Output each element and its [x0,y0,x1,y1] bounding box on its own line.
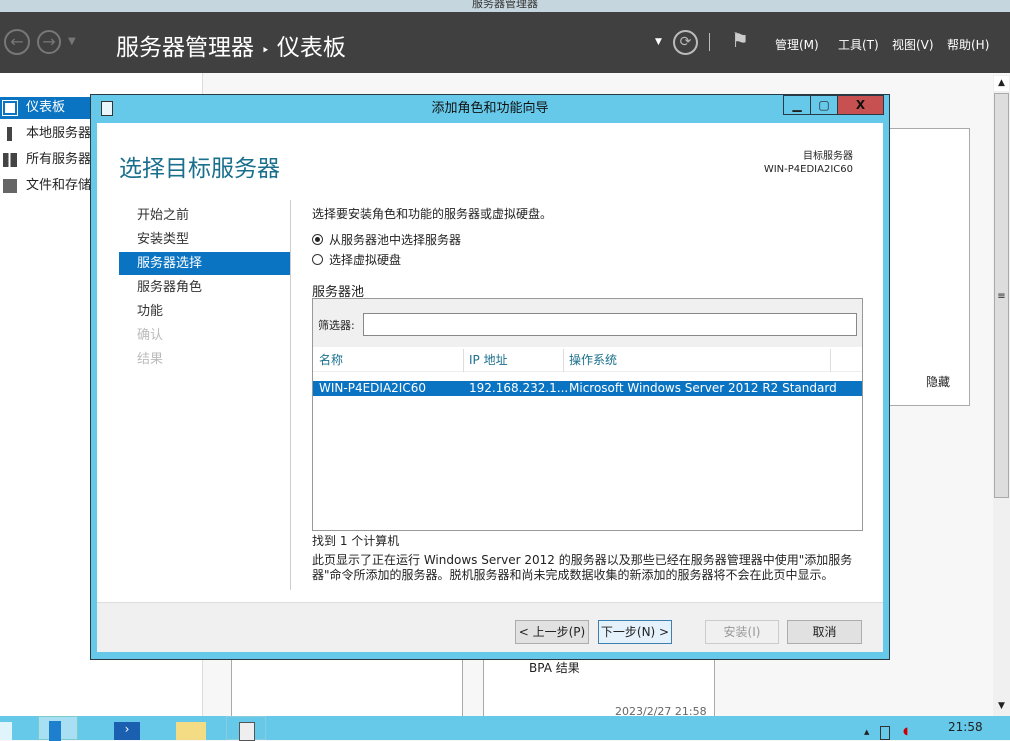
column-header-ip[interactable]: IP 地址 [469,349,564,372]
dashboard-icon [2,100,18,116]
step-label: 服务器选择 [137,256,203,271]
target-server-label: 目标服务器 [803,151,853,162]
next-button[interactable]: 下一步(N) > [598,620,672,644]
target-server-value: WIN-P4EDIA2IC60 [763,164,853,175]
refresh-icon[interactable]: ⟳ [673,30,698,55]
flag-icon[interactable]: ⚑ [731,28,749,52]
wizard-dialog: 添加角色和功能向导 ▁ ▢ X 选择目标服务器 目标服务器 WIN-P4EDIA… [90,94,890,660]
scroll-thumb[interactable]: ≡ [994,93,1009,498]
menu-tools[interactable]: 工具(T) [838,36,879,53]
window-title: 服务器管理器 [472,0,538,10]
found-count: 找到 1 个计算机 [312,534,400,548]
radio-icon[interactable] [312,254,323,265]
file-explorer-icon[interactable] [176,722,206,740]
bpa-results-link[interactable]: BPA 结果 [529,659,580,676]
step-label: 功能 [137,304,164,319]
scroll-up-icon[interactable]: ▲ [994,76,1009,91]
divider [290,200,291,590]
server-icon [7,127,12,141]
dialog-titlebar: 添加角色和功能向导 [91,95,889,122]
show-hidden-icons[interactable]: ▲ [864,728,869,736]
powershell-icon[interactable]: › [114,722,140,740]
step-server-roles[interactable]: 服务器角色 [137,276,297,299]
menu-help[interactable]: 帮助(H) [947,36,989,53]
step-results: 结果 [137,348,297,371]
step-features[interactable]: 功能 [137,300,297,323]
dialog-body: 选择目标服务器 目标服务器 WIN-P4EDIA2IC60 开始之前 安装类型 … [97,123,883,626]
menu-view[interactable]: 视图(V) [892,36,934,53]
menu-manage[interactable]: 管理(M) [775,36,819,53]
note-text: 此页显示了正在运行 Windows Server 2012 的服务器以及那些已经… [312,553,853,582]
cell-name: WIN-P4EDIA2IC60 [319,381,426,395]
network-icon[interactable] [880,726,890,740]
clock[interactable]: 21:58 [948,720,983,734]
install-button: 安装(I) [705,620,779,644]
table-row[interactable]: WIN-P4EDIA2IC60 192.168.232.1... Microso… [313,381,862,396]
minimize-button[interactable]: ▁ [783,95,811,115]
cell-ip: 192.168.232.1... [469,381,569,395]
sidebar-item-label: 本地服务器 [26,126,92,141]
breadcrumb-root: 服务器管理器 [116,35,254,61]
step-label: 安装类型 [137,232,190,247]
step-label: 结果 [137,352,164,367]
hide-link[interactable]: 隐藏 [926,373,950,390]
header: ← → ▼ 服务器管理器 ‣ 仪表板 ▼ ⟳ ⚑ 管理(M) 工具(T) 视图(… [0,12,1010,73]
step-before-you-begin[interactable]: 开始之前 [137,204,297,227]
filter-bar: 筛选器: [313,299,862,347]
filter-label: 筛选器: [318,319,355,332]
dialog-title: 添加角色和功能向导 [431,101,549,116]
page-heading: 选择目标服务器 [119,156,280,182]
server-manager-icon [49,721,61,741]
radio-label: 从服务器池中选择服务器 [329,233,462,247]
taskbar: › ▲ ◖ 21:58 [0,716,1010,741]
radio-icon[interactable] [312,234,323,245]
start-button[interactable] [0,722,12,740]
sidebar-item-label: 仪表板 [26,100,66,115]
radio-server-pool[interactable]: 从服务器池中选择服务器 [312,231,461,248]
window-icon [239,722,255,741]
dropdown-icon[interactable]: ▼ [655,37,662,47]
previous-button[interactable]: < 上一步(P) [515,620,589,644]
grid-header: 名称 IP 地址 操作系统 [313,349,862,372]
forward-button[interactable]: → [37,30,61,54]
step-installation-type[interactable]: 安装类型 [137,228,297,251]
back-button[interactable]: ← [4,29,30,55]
servers-icon [3,153,17,167]
breadcrumb-separator: ‣ [261,43,270,59]
target-server: 目标服务器 WIN-P4EDIA2IC60 [764,150,853,176]
sidebar-item-label: 所有服务器 [26,152,92,167]
step-label: 开始之前 [137,208,190,223]
column-header-os[interactable]: 操作系统 [569,349,831,372]
taskbar-server-manager[interactable] [38,716,78,741]
scroll-down-icon[interactable]: ▼ [994,699,1009,714]
divider [709,33,710,51]
storage-icon [3,179,17,193]
maximize-button[interactable]: ▢ [810,95,838,115]
sidebar-item-label: 文件和存储 [26,178,92,193]
filter-input[interactable] [363,313,857,336]
breadcrumb-page: 仪表板 [276,35,346,61]
scrollbar[interactable]: ▲ ≡ ▼ [993,75,1010,716]
taskbar-window[interactable] [226,716,266,741]
step-server-selection[interactable]: 服务器选择 [119,252,290,275]
server-pool-panel: 筛选器: 名称 IP 地址 操作系统 WIN-P4EDIA2IC60 192.1… [312,298,863,531]
column-header-name[interactable]: 名称 [319,349,464,372]
intro-text: 选择要安装角色和功能的服务器或虚拟硬盘。 [312,207,553,221]
step-label: 确认 [137,328,164,343]
wizard-icon [101,101,113,116]
step-label: 服务器角色 [137,280,203,295]
history-dropdown-icon[interactable]: ▼ [68,36,76,47]
cancel-button[interactable]: 取消 [787,620,862,644]
radio-label: 选择虚拟硬盘 [329,253,402,267]
window-titlebar: 服务器管理器 [0,0,1010,12]
cell-os: Microsoft Windows Server 2012 R2 Standar… [569,381,837,395]
breadcrumb: 服务器管理器 ‣ 仪表板 [116,28,346,62]
step-confirmation: 确认 [137,324,297,347]
volume-icon[interactable]: ◖ [903,726,913,740]
radio-vhd[interactable]: 选择虚拟硬盘 [312,251,401,268]
close-button[interactable]: X [837,95,884,115]
